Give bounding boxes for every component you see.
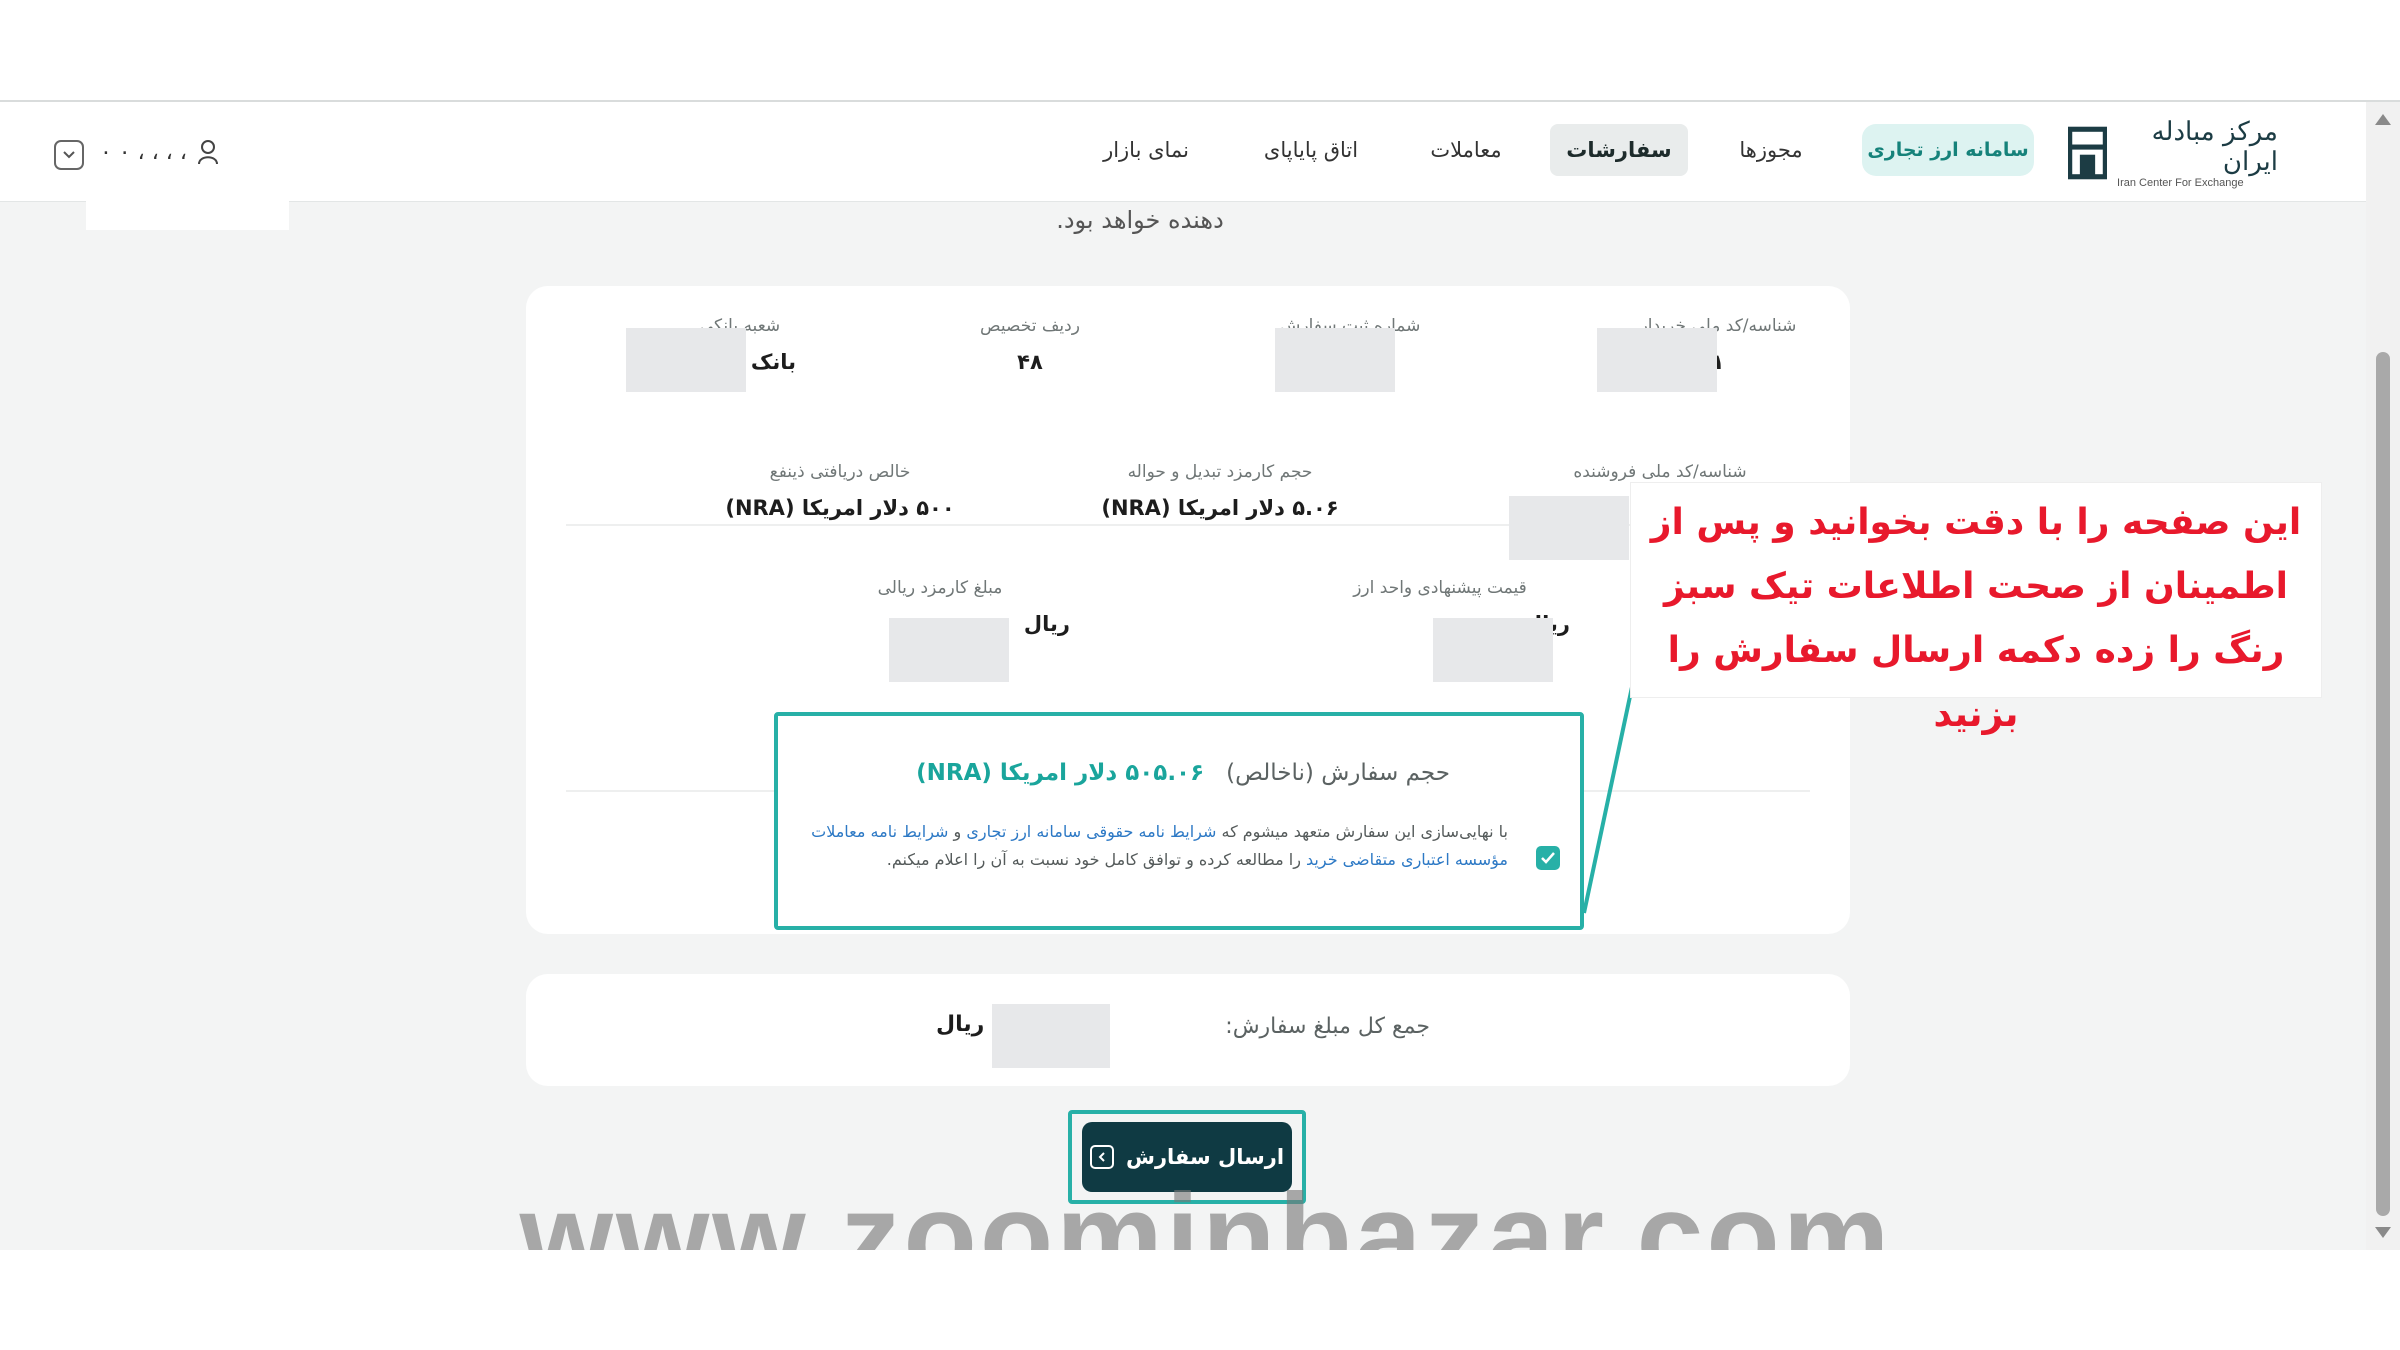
order-volume-label: حجم سفارش (ناخالص) bbox=[1226, 760, 1450, 786]
order-volume: حجم سفارش (ناخالص) ۵۰۵.۰۶ دلار امریکا (NR… bbox=[916, 760, 1450, 786]
logo-text: مرکز مبادله ایران Iran Center For Exchan… bbox=[2117, 117, 2278, 189]
user-name: ۰ ۰ ، ، ، ، bbox=[100, 139, 188, 165]
nav-papaya-room[interactable]: اتاق پایاپای bbox=[1236, 124, 1386, 176]
conversion-fee-field: حجم کارمزد تبدیل و حواله ۵.۰۶ دلار امریک… bbox=[1070, 462, 1370, 520]
redaction-box bbox=[86, 172, 289, 230]
redaction-box bbox=[626, 328, 746, 392]
conversion-fee-label: حجم کارمزد تبدیل و حواله bbox=[1127, 462, 1313, 482]
redaction-box bbox=[1433, 618, 1553, 682]
order-summary-box: حجم سفارش (ناخالص) ۵۰۵.۰۶ دلار امریکا (NR… bbox=[774, 712, 1584, 930]
annotation-callout: این صفحه را با دقت بخوانید و پس از اطمین… bbox=[1630, 482, 2322, 735]
order-volume-amount: ۵۰۵.۰۶ دلار امریکا (NRA) bbox=[916, 760, 1205, 786]
terms-text-part: با نهایی‌سازی این سفارش متعهد میشوم که bbox=[1221, 822, 1508, 841]
annotation-line-3: رنگ را زده دکمه ارسال سفارش را بزنید bbox=[1667, 630, 2285, 735]
watermark: www.zoominbazar.com bbox=[519, 1169, 1893, 1250]
scroll-down-icon[interactable] bbox=[2374, 1226, 2392, 1240]
logo-mark-icon bbox=[2068, 126, 2108, 180]
chevron-down-icon bbox=[63, 151, 75, 159]
brand-logo[interactable]: مرکز مبادله ایران Iran Center For Exchan… bbox=[2068, 117, 2278, 189]
net-receipt-value: ۵۰۰ دلار امریکا (NRA) bbox=[725, 496, 955, 520]
user-icon bbox=[198, 140, 219, 165]
allocation-row-label: ردیف تخصیص bbox=[980, 316, 1080, 336]
nav-transactions[interactable]: معاملات bbox=[1406, 124, 1526, 176]
conversion-fee-value: ۵.۰۶ دلار امریکا (NRA) bbox=[1101, 496, 1339, 520]
scrollbar-thumb[interactable] bbox=[2376, 352, 2390, 1216]
check-icon bbox=[1541, 852, 1555, 864]
seller-id-label: شناسه/کد ملی فروشنده bbox=[1573, 462, 1747, 482]
rial-fee-label: مبلغ کارمزد ریالی bbox=[877, 578, 1003, 598]
user-menu[interactable]: ۰ ۰ ، ، ، ، bbox=[100, 132, 219, 172]
seller-id-field: شناسه/کد ملی فروشنده bbox=[1530, 462, 1790, 482]
unit-price-label: قیمت پیشنهادی واحد ارز bbox=[1353, 578, 1527, 598]
terms-checkbox[interactable] bbox=[1536, 846, 1560, 870]
net-receipt-field: خالص دریافتی ذینفع ۵۰۰ دلار امریکا (NRA) bbox=[690, 462, 990, 520]
terms-text-part: و bbox=[953, 822, 962, 841]
terms-text-part: را مطالعه کرده و توافق کامل خود نسبت به … bbox=[886, 850, 1301, 869]
logo-fa-name: مرکز مبادله ایران bbox=[2151, 117, 2278, 177]
redaction-box bbox=[1509, 496, 1629, 560]
redaction-box bbox=[889, 618, 1009, 682]
app-window: مرکز مبادله ایران Iran Center For Exchan… bbox=[0, 100, 2400, 1250]
redaction-box bbox=[992, 1004, 1110, 1068]
allocation-row-value: ۴۸ bbox=[1017, 350, 1043, 374]
allocation-row-field: ردیف تخصیص ۴۸ bbox=[930, 316, 1130, 374]
redaction-box bbox=[1275, 328, 1395, 392]
annotation-line-1: این صفحه را با دقت بخوانید و پس از bbox=[1650, 502, 2302, 543]
scroll-up-icon[interactable] bbox=[2374, 112, 2392, 126]
net-receipt-label: خالص دریافتی ذینفع bbox=[769, 462, 911, 482]
nav-orders[interactable]: سفارشات bbox=[1550, 124, 1688, 176]
order-total-card: جمع کل مبلغ سفارش: ۷۰ ریال bbox=[526, 974, 1850, 1086]
nav-permits[interactable]: مجوزها bbox=[1716, 124, 1826, 176]
nav-market-view[interactable]: نمای بازار bbox=[1076, 124, 1216, 176]
total-label: جمع کل مبلغ سفارش: bbox=[1225, 1014, 1430, 1039]
account-dropdown-button[interactable] bbox=[54, 140, 84, 170]
annotation-line-2: اطمینان از صحت اطلاعات تیک سبز bbox=[1663, 566, 2289, 607]
vertical-scrollbar[interactable] bbox=[2366, 102, 2400, 1250]
logo-en-name: Iran Center For Exchange bbox=[2117, 177, 2244, 189]
legal-terms-link[interactable]: شرایط نامه حقوقی سامانه ارز تجاری bbox=[966, 822, 1216, 841]
nav-commercial-fx[interactable]: سامانه ارز تجاری bbox=[1862, 124, 2034, 176]
redaction-box bbox=[1597, 328, 1717, 392]
terms-text: با نهایی‌سازی این سفارش متعهد میشوم که ش… bbox=[808, 818, 1508, 874]
top-navbar: مرکز مبادله ایران Iran Center For Exchan… bbox=[0, 102, 2366, 230]
instruction-text: دهنده خواهد بود. bbox=[1056, 206, 1224, 234]
